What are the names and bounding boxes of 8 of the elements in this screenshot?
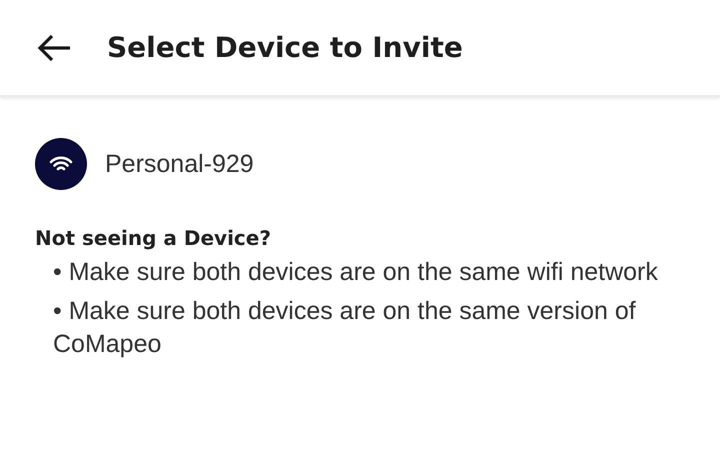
device-item[interactable]: Personal-929 xyxy=(35,138,720,190)
screen-title: Select Device to Invite xyxy=(107,31,463,64)
help-heading: Not seeing a Device? xyxy=(35,226,272,250)
back-arrow-icon xyxy=(36,32,72,62)
help-tip: • Make sure both devices are on the same wifi network xyxy=(53,257,659,288)
help-tip: • Make sure both devices are on the same version of CoMapeo xyxy=(53,296,637,360)
wifi-icon xyxy=(35,138,87,190)
device-name: Personal-929 xyxy=(105,150,254,178)
